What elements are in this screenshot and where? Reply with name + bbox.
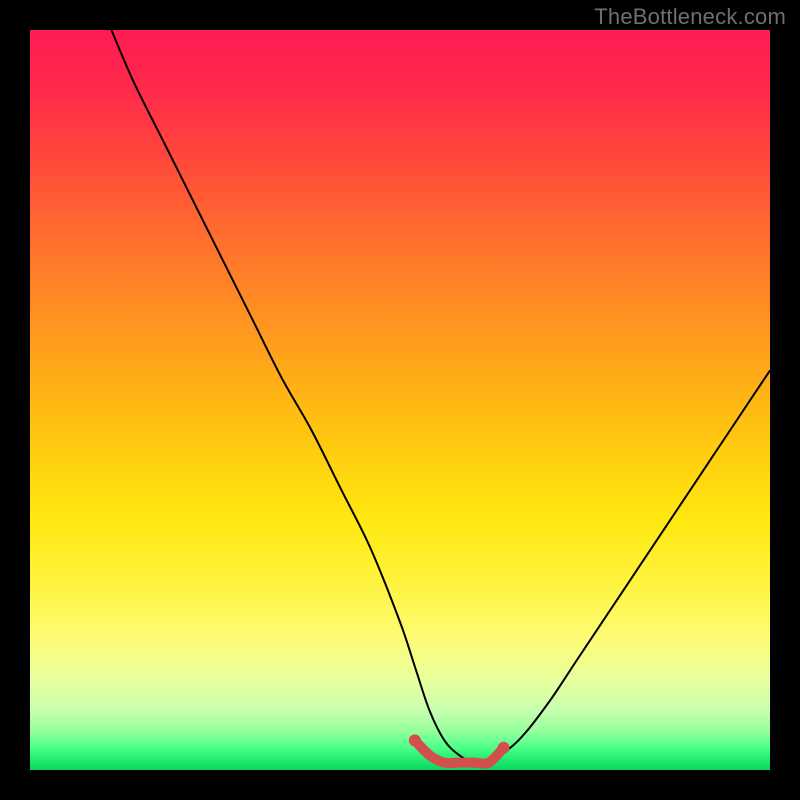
optimal-range-path bbox=[415, 740, 504, 763]
bottleneck-curve-path bbox=[111, 30, 770, 765]
optimal-range-marker bbox=[409, 734, 510, 763]
chart-frame: TheBottleneck.com bbox=[0, 0, 800, 800]
optimal-range-start-dot bbox=[409, 734, 421, 746]
plot-area bbox=[30, 30, 770, 770]
optimal-range-end-dot bbox=[498, 742, 510, 754]
watermark-text: TheBottleneck.com bbox=[594, 4, 786, 30]
bottleneck-curve bbox=[111, 30, 770, 765]
curve-layer bbox=[30, 30, 770, 770]
